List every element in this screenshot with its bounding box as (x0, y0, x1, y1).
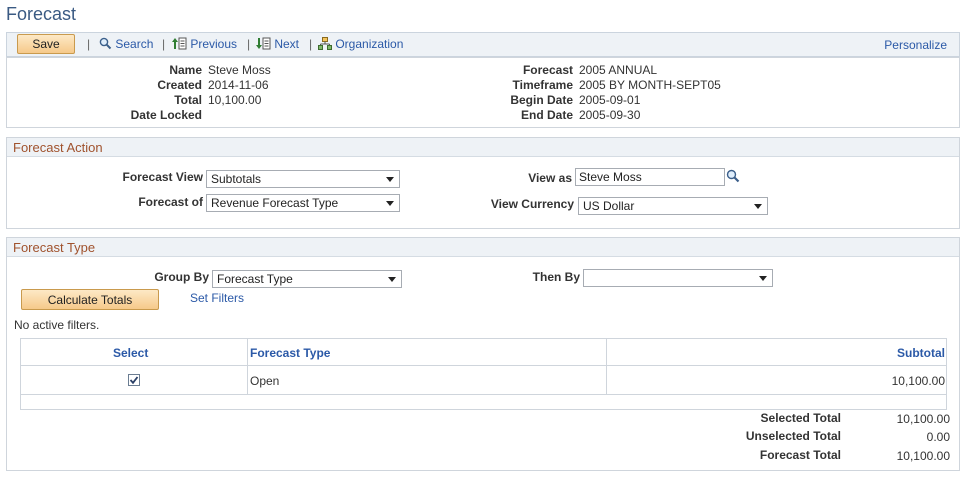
forecast-of-label: Forecast of (138, 195, 203, 209)
grid-header-subtotal[interactable]: Subtotal (897, 346, 945, 360)
then-by-label: Then By (532, 270, 580, 284)
name-value: Steve Moss (208, 63, 271, 77)
chevron-down-icon (386, 201, 394, 206)
toolbar-separator: | (309, 37, 313, 51)
forecast-total-value: 10,100.00 (896, 449, 950, 463)
forecast-label: Forecast (522, 63, 573, 77)
forecast-of-value: Revenue Forecast Type (211, 196, 339, 210)
total-value: 10,100.00 (208, 93, 262, 107)
forecast-value: 2005 ANNUAL (579, 63, 658, 77)
row-forecast-type: Open (250, 374, 280, 388)
then-by-select[interactable] (583, 269, 773, 287)
previous-link[interactable]: Previous (172, 37, 237, 51)
personalize-link[interactable]: Personalize (884, 38, 947, 52)
next-icon (256, 37, 271, 50)
created-value: 2014-11-06 (208, 78, 269, 92)
chevron-down-icon (386, 177, 394, 182)
created-label: Created (157, 78, 202, 92)
save-button[interactable]: Save (17, 34, 75, 54)
unselected-total-label: Unselected Total (745, 429, 841, 443)
forecast-type-header: Forecast Type (7, 238, 959, 257)
view-as-input[interactable]: Steve Moss (575, 168, 725, 186)
date-locked-label: Date Locked (130, 108, 202, 122)
view-currency-select[interactable]: US Dollar (578, 197, 768, 215)
search-link[interactable]: Search (99, 37, 153, 51)
lookup-icon[interactable] (726, 169, 740, 183)
checkbox-checked-icon[interactable] (128, 374, 140, 386)
toolbar-separator: | (247, 37, 251, 51)
unselected-total-value: 0.00 (926, 430, 950, 444)
total-label: Total (174, 93, 202, 107)
chevron-down-icon (754, 204, 762, 209)
begin-date-label: Begin Date (510, 93, 573, 107)
forecast-view-label: Forecast View (122, 170, 203, 184)
grid-header-select[interactable]: Select (113, 346, 148, 360)
forecast-view-value: Subtotals (211, 172, 262, 186)
chevron-down-icon (388, 277, 396, 282)
table-row (21, 366, 946, 394)
forecast-total-label: Forecast Total (759, 448, 841, 462)
grid-header-row (21, 339, 946, 366)
search-icon (99, 37, 112, 50)
view-currency-label: View Currency (490, 197, 574, 211)
selected-total-label: Selected Total (760, 411, 841, 425)
previous-icon (172, 37, 187, 50)
toolbar: Save | Search | Previous | Next | Organi… (6, 32, 960, 57)
end-date-value: 2005-09-30 (579, 108, 641, 122)
grid-row-divider (21, 394, 946, 395)
forecast-action-header: Forecast Action (7, 138, 959, 157)
timeframe-value: 2005 BY MONTH-SEPT05 (579, 78, 721, 92)
organization-link-label: Organization (335, 37, 404, 51)
name-label: Name (169, 63, 202, 77)
row-subtotal: 10,100.00 (891, 374, 945, 388)
view-currency-value: US Dollar (583, 199, 635, 213)
previous-link-label: Previous (190, 37, 238, 51)
end-date-label: End Date (520, 108, 573, 122)
grid-header-forecast-type[interactable]: Forecast Type (250, 346, 330, 360)
forecast-view-select[interactable]: Subtotals (206, 170, 400, 188)
next-link[interactable]: Next (256, 37, 299, 51)
page-title: Forecast (6, 4, 77, 24)
organization-icon (318, 37, 332, 50)
toolbar-separator: | (87, 37, 91, 51)
organization-link[interactable]: Organization (318, 37, 403, 51)
begin-date-value: 2005-09-01 (579, 93, 641, 107)
timeframe-label: Timeframe (512, 78, 573, 92)
forecast-of-select[interactable]: Revenue Forecast Type (206, 194, 400, 212)
search-link-label: Search (115, 37, 154, 51)
toolbar-separator: | (162, 37, 166, 51)
no-filters-text: No active filters. (14, 318, 100, 332)
group-by-select[interactable]: Forecast Type (212, 270, 402, 288)
group-by-label: Group By (154, 270, 209, 284)
selected-total-value: 10,100.00 (896, 412, 950, 426)
group-by-value: Forecast Type (217, 272, 293, 286)
calculate-totals-button[interactable]: Calculate Totals (21, 289, 159, 310)
set-filters-link[interactable]: Set Filters (190, 291, 244, 305)
view-as-label: View as (528, 171, 572, 185)
next-link-label: Next (274, 37, 300, 51)
chevron-down-icon (759, 276, 767, 281)
